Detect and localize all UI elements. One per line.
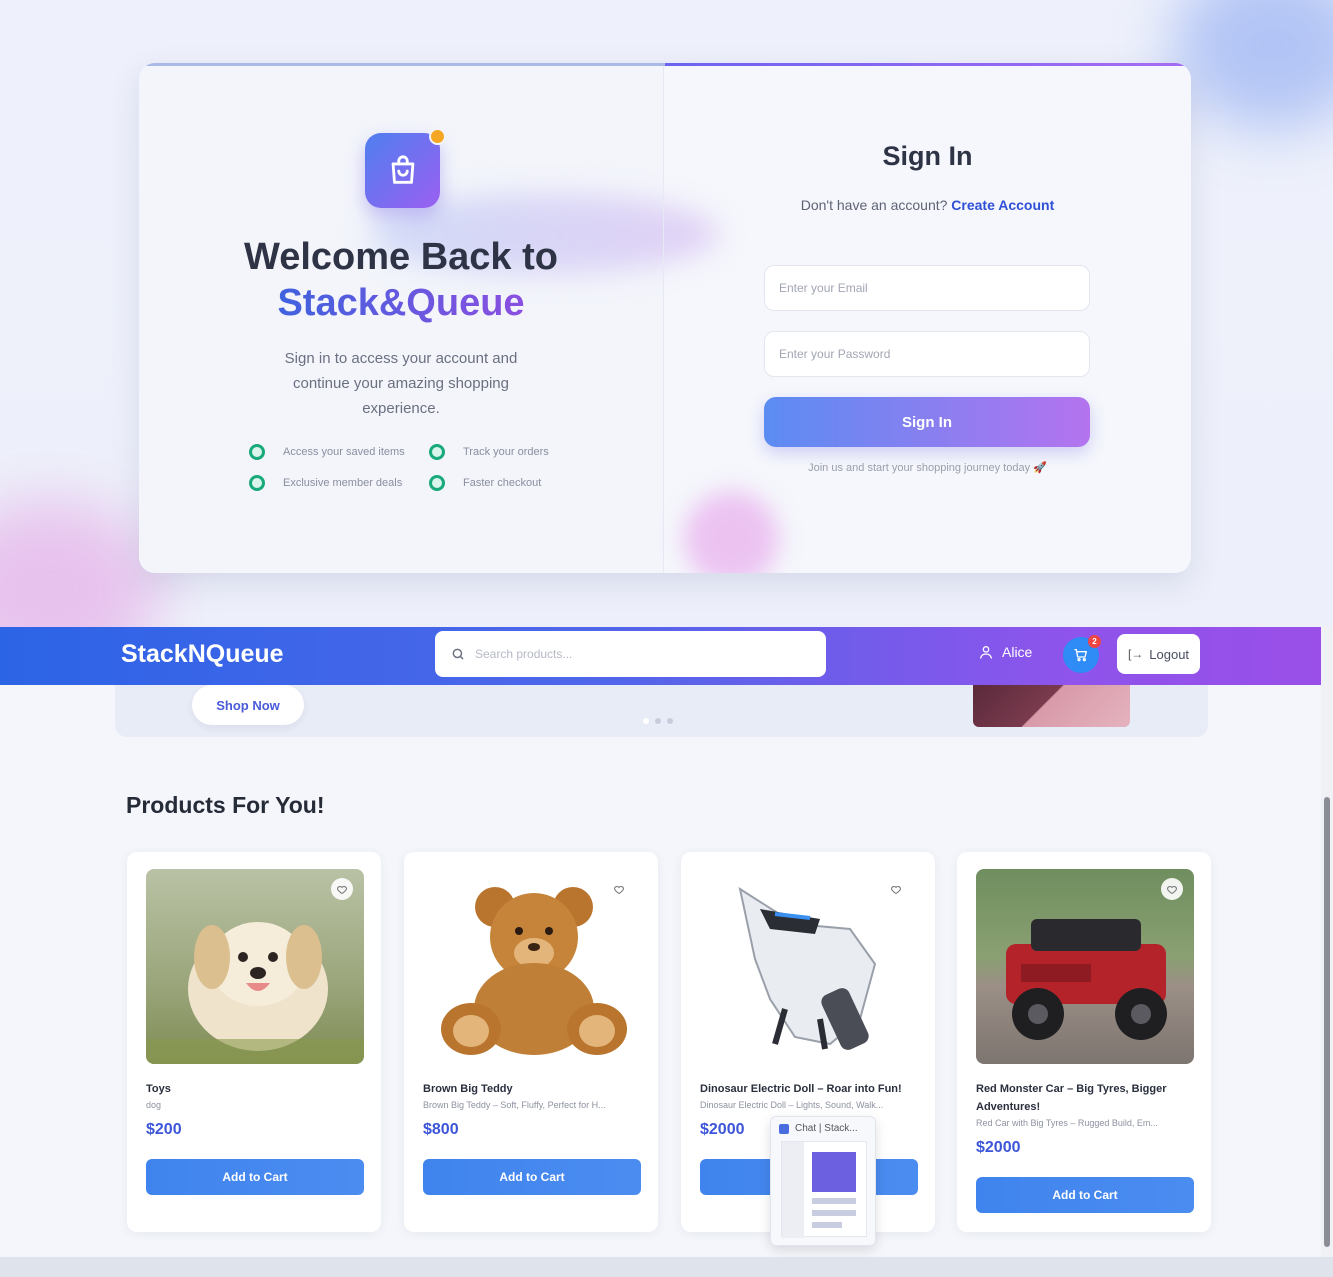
product-card[interactable]: Toys dog $200 Add to Cart (127, 852, 381, 1232)
product-name[interactable]: Toys (146, 1080, 368, 1098)
signup-note: Join us and start your shopping journey … (664, 461, 1191, 474)
shopping-bag-icon (365, 133, 440, 208)
product-card[interactable]: Red Monster Car – Big Tyres, Bigger Adve… (957, 852, 1211, 1232)
check-circle-icon (249, 444, 265, 460)
product-price: $2000 (976, 1139, 1021, 1156)
check-circle-icon (249, 475, 265, 491)
product-price: $200 (146, 1121, 182, 1138)
logout-label: Logout (1149, 646, 1190, 662)
feature-label: Exclusive member deals (283, 477, 403, 489)
cart-count-badge: 2 (1088, 635, 1101, 648)
brand-logo[interactable]: StackNQueue (121, 640, 284, 669)
product-name[interactable]: Brown Big Teddy (423, 1080, 645, 1098)
heart-icon[interactable] (608, 878, 630, 900)
cart-icon (1074, 649, 1087, 662)
store-screen: Shop Now StackNQueue Alice 2 [→ Logout P… (0, 627, 1333, 1277)
heart-icon[interactable] (1161, 878, 1183, 900)
feature-item: Access your saved items (249, 444, 405, 460)
product-price: $2000 (700, 1121, 745, 1138)
product-price: $800 (423, 1121, 459, 1138)
welcome-panel: Welcome Back to Stack&Queue Sign in to a… (139, 66, 779, 573)
product-name[interactable]: Dinosaur Electric Doll – Roar into Fun! (700, 1080, 922, 1098)
feature-label: Faster checkout (463, 477, 542, 489)
heart-icon[interactable] (331, 878, 353, 900)
add-to-cart-button[interactable]: Add to Cart (423, 1159, 641, 1195)
signin-title: Sign In (882, 141, 973, 171)
taskbar-preview-popup[interactable]: Chat | Stack... (770, 1116, 876, 1246)
email-field[interactable] (764, 265, 1090, 311)
search-icon (452, 648, 464, 660)
user-icon (980, 646, 992, 659)
rocket-icon: 🚀 (1033, 462, 1047, 474)
product-image[interactable] (700, 869, 918, 1064)
product-description: Red Car with Big Tyres – Rugged Build, E… (976, 1118, 1158, 1128)
brand-heading: Stack&Queue (139, 282, 663, 325)
background-blob (0, 500, 160, 627)
heart-icon[interactable] (885, 878, 907, 900)
signin-button[interactable]: Sign In (764, 397, 1090, 447)
app-icon (779, 1123, 789, 1134)
logo-badge (429, 128, 446, 145)
window-thumbnail[interactable] (781, 1141, 867, 1238)
logout-icon: [→ (1127, 647, 1144, 661)
product-image[interactable] (423, 869, 641, 1064)
popup-title: Chat | Stack... (779, 1123, 858, 1134)
carousel-dots (643, 718, 673, 724)
check-circle-icon (429, 475, 445, 491)
product-name[interactable]: Red Monster Car – Big Tyres, Bigger Adve… (976, 1080, 1198, 1116)
carousel-dot[interactable] (655, 718, 661, 724)
carousel-dot[interactable] (643, 718, 649, 724)
welcome-subtitle: Sign in to access your account and conti… (284, 350, 518, 417)
hero-image (973, 685, 1130, 727)
os-taskbar (0, 1257, 1333, 1277)
product-card[interactable]: Brown Big Teddy Brown Big Teddy – Soft, … (404, 852, 658, 1232)
popup-title-text: Chat | Stack... (795, 1123, 858, 1134)
feature-label: Track your orders (463, 446, 549, 458)
user-profile-link[interactable]: Alice (978, 644, 1032, 660)
product-description: Dinosaur Electric Doll – Lights, Sound, … (700, 1100, 884, 1110)
product-image[interactable] (146, 869, 364, 1064)
product-image[interactable] (976, 869, 1194, 1064)
add-to-cart-button[interactable]: Add to Cart (146, 1159, 364, 1195)
password-field[interactable] (764, 331, 1090, 377)
logout-button[interactable]: [→ Logout (1117, 634, 1200, 674)
feature-label: Access your saved items (283, 446, 405, 458)
welcome-heading: Welcome Back to (244, 236, 558, 278)
section-title: Products For You! (126, 792, 325, 818)
signup-prompt: Don't have an account? Create Account (664, 197, 1191, 213)
create-account-link[interactable]: Create Account (951, 197, 1054, 213)
search-bar (435, 631, 826, 677)
scrollbar[interactable] (1321, 627, 1333, 1267)
carousel-dot[interactable] (667, 718, 673, 724)
navbar: StackNQueue Alice 2 [→ Logout (0, 627, 1321, 685)
check-circle-icon (429, 444, 445, 460)
product-description: Brown Big Teddy – Soft, Fluffy, Perfect … (423, 1100, 606, 1110)
user-name: Alice (1002, 644, 1033, 660)
signup-prompt-text: Don't have an account? (800, 197, 948, 213)
background-blob (1173, 0, 1333, 130)
decor-blob (684, 491, 779, 573)
feature-item: Track your orders (429, 444, 549, 460)
auth-card: Welcome Back to Stack&Queue Sign in to a… (139, 63, 1191, 573)
signup-note-text: Join us and start your shopping journey … (808, 462, 1031, 474)
add-to-cart-button[interactable]: Add to Cart (976, 1177, 1194, 1213)
signin-screen: Welcome Back to Stack&Queue Sign in to a… (0, 0, 1333, 627)
feature-item: Faster checkout (429, 475, 541, 491)
brand-heading-text: Stack&Queue (277, 282, 525, 324)
feature-item: Exclusive member deals (249, 475, 402, 491)
scrollbar-thumb[interactable] (1324, 797, 1330, 1247)
shop-now-button[interactable]: Shop Now (192, 685, 304, 725)
product-description: dog (146, 1100, 162, 1110)
search-input[interactable] (475, 647, 805, 661)
